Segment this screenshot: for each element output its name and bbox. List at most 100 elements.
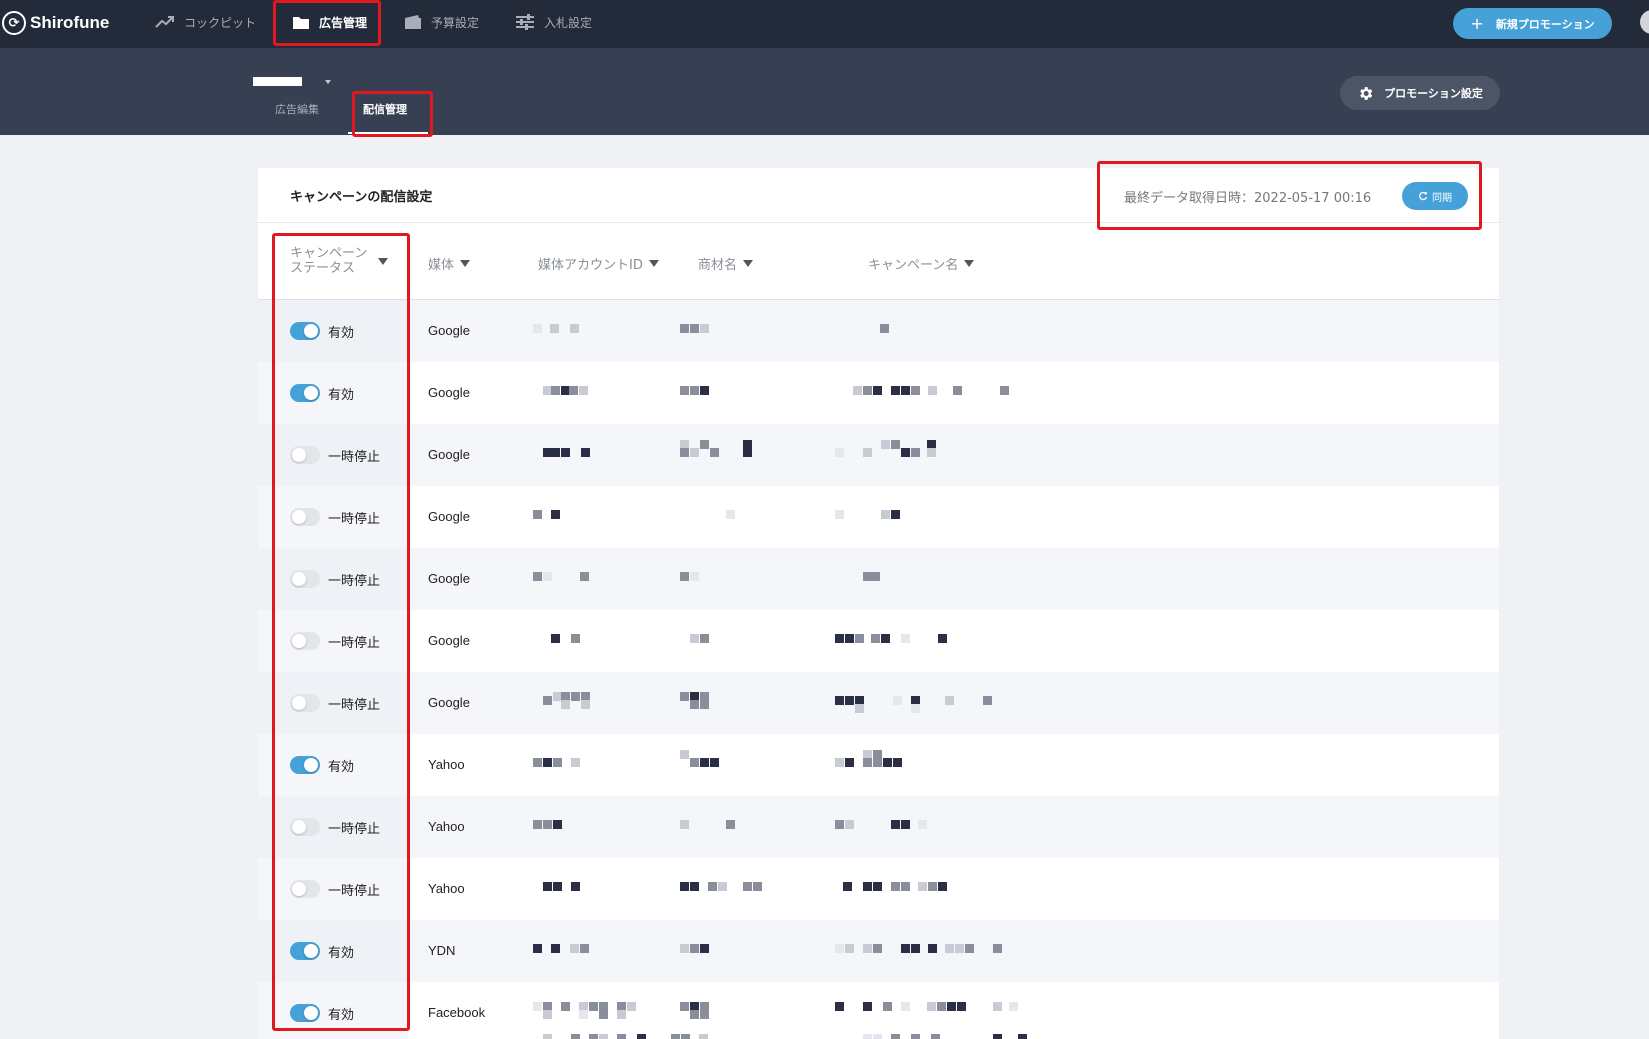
redaction-block <box>891 440 900 449</box>
redaction-block <box>726 820 735 829</box>
redaction-block <box>700 1010 709 1019</box>
redaction-block <box>835 1002 844 1011</box>
nav-item-ad-management[interactable]: 広告管理 <box>292 0 367 44</box>
redaction-block <box>700 944 709 953</box>
redaction-block <box>918 820 927 829</box>
redaction-block <box>700 440 709 449</box>
tab-ad-edit[interactable]: 広告編集 <box>275 101 319 117</box>
status-toggle[interactable] <box>290 322 320 340</box>
column-header-campaign[interactable]: キャンペーン名 <box>868 254 975 273</box>
redaction-block <box>957 1002 966 1011</box>
redaction-block <box>680 448 689 457</box>
redacted-cells <box>513 486 1133 548</box>
redaction-block <box>569 386 578 395</box>
redaction-block <box>680 572 689 581</box>
media-cell: Yahoo <box>428 757 465 772</box>
sync-label: 同期 <box>1432 192 1452 204</box>
status-toggle[interactable] <box>290 694 320 712</box>
nav-item-cockpit[interactable]: コックピット <box>155 0 256 44</box>
redaction-block <box>570 324 579 333</box>
status-toggle[interactable] <box>290 1004 320 1022</box>
status-toggle[interactable] <box>290 942 320 960</box>
redaction-block <box>753 882 762 891</box>
media-cell: Google <box>428 385 470 400</box>
filter-icon[interactable] <box>964 260 975 267</box>
sync-button[interactable]: 同期 <box>1402 182 1468 210</box>
redaction-block <box>690 386 699 395</box>
redaction-block <box>931 1034 940 1039</box>
redaction-block <box>690 572 699 581</box>
filter-icon[interactable] <box>460 260 471 267</box>
redaction-block <box>911 1034 920 1039</box>
redaction-block <box>571 692 580 701</box>
redaction-block <box>871 572 880 581</box>
status-toggle[interactable] <box>290 818 320 836</box>
redaction-block <box>873 882 882 891</box>
redaction-block <box>937 1002 946 1011</box>
promotion-name-redacted[interactable] <box>253 77 302 86</box>
redaction-block <box>710 758 719 767</box>
table-row: 一時停止 Google <box>258 672 1499 734</box>
redaction-block <box>637 1034 646 1039</box>
avatar[interactable] <box>1640 10 1649 34</box>
table-row: 有効 Yahoo <box>258 734 1499 796</box>
redaction-block <box>551 634 560 643</box>
redaction-block <box>835 944 844 953</box>
status-toggle[interactable] <box>290 880 320 898</box>
new-promotion-label: 新規プロモーション <box>1495 17 1595 31</box>
column-header-status[interactable]: キャンペーン ステータス <box>290 246 367 276</box>
redaction-block <box>891 1034 900 1039</box>
status-cell: 有効 <box>258 734 408 796</box>
redaction-block <box>835 448 844 457</box>
promotion-dropdown-caret-icon[interactable] <box>325 80 331 84</box>
table-row: 有効 Google <box>258 362 1499 424</box>
redaction-block <box>533 758 542 767</box>
redaction-block <box>553 882 562 891</box>
status-toggle[interactable] <box>290 632 320 650</box>
redaction-block <box>911 448 920 457</box>
status-label: 一時停止 <box>328 450 381 465</box>
nav-item-bidding[interactable]: 入札設定 <box>515 0 592 44</box>
filter-icon[interactable] <box>648 260 659 267</box>
tab-delivery-management[interactable]: 配信管理 <box>363 101 407 117</box>
redaction-block <box>680 386 689 395</box>
status-toggle[interactable] <box>290 384 320 402</box>
redaction-block <box>699 1034 708 1039</box>
media-cell: Google <box>428 633 470 648</box>
status-toggle[interactable] <box>290 756 320 774</box>
status-toggle[interactable] <box>290 508 320 526</box>
redaction-block <box>855 634 864 643</box>
redaction-block <box>680 692 689 701</box>
column-header-account-id[interactable]: 媒体アカウントID <box>538 254 659 273</box>
redaction-block <box>743 882 752 891</box>
promotion-settings-button[interactable]: プロモーション設定 <box>1340 76 1500 110</box>
redacted-cells <box>513 796 1133 858</box>
status-label: 有効 <box>328 388 355 403</box>
status-cell: 有効 <box>258 920 408 982</box>
redaction-block <box>911 386 920 395</box>
logo-mark-icon: ⟳ <box>2 11 26 35</box>
folder-icon <box>293 16 309 29</box>
filter-icon[interactable] <box>743 260 754 267</box>
redaction-block <box>928 882 937 891</box>
status-toggle[interactable] <box>290 446 320 464</box>
nav-item-label: 入札設定 <box>544 15 593 30</box>
redaction-block <box>845 944 854 953</box>
new-promotion-button[interactable]: + 新規プロモーション <box>1453 8 1612 39</box>
redacted-cells <box>513 362 1133 424</box>
redaction-block <box>928 944 937 953</box>
filter-icon[interactable] <box>378 258 388 265</box>
media-cell: Yahoo <box>428 881 465 896</box>
redaction-block <box>928 386 937 395</box>
status-label: 有効 <box>328 946 355 961</box>
redaction-block <box>863 1034 872 1039</box>
nav-item-budget[interactable]: 予算設定 <box>404 0 479 44</box>
logo[interactable]: ⟳ Shirofune <box>2 9 109 37</box>
redacted-cells <box>513 734 1133 796</box>
status-cell: 有効 <box>258 362 408 424</box>
column-header-media[interactable]: 媒体 <box>428 254 471 273</box>
column-header-product[interactable]: 商材名 <box>698 254 754 273</box>
nav-item-label: 広告管理 <box>319 15 368 30</box>
redaction-block <box>690 758 699 767</box>
status-toggle[interactable] <box>290 570 320 588</box>
